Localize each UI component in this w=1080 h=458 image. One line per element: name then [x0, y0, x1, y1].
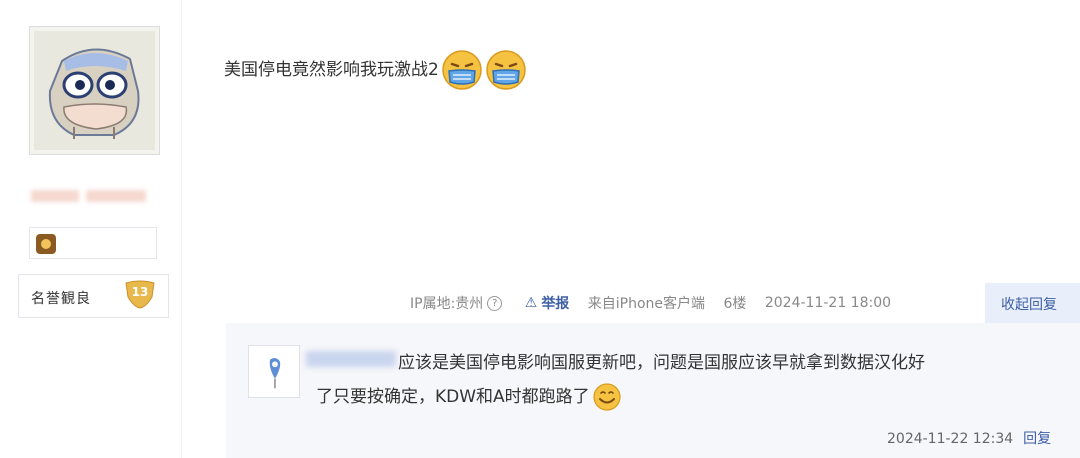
level-badge-icon: 13	[124, 279, 156, 309]
username-redacted	[31, 190, 79, 202]
collapse-replies-label: 收起回复	[1001, 297, 1057, 313]
avatar-image	[34, 31, 155, 150]
client-source: 来自iPhone客户端	[587, 296, 706, 312]
collapse-replies-button[interactable]: 收起回复	[985, 283, 1080, 323]
reply-button[interactable]: 回复	[1023, 431, 1051, 447]
post-meta: IP属地:贵州? ⚠ 举报 来自iPhone客户端 6楼 2024-11-21 1…	[410, 293, 891, 315]
user-rank[interactable]: 名誉観良 13	[18, 274, 169, 318]
help-icon[interactable]: ?	[487, 295, 503, 311]
warning-icon: ⚠	[524, 295, 538, 311]
location-pin-icon	[249, 346, 299, 397]
sick-face-emoji-icon-2	[485, 49, 527, 91]
ip-location: IP属地:贵州	[410, 296, 484, 312]
reply-avatar[interactable]	[248, 345, 300, 398]
level-number: 13	[131, 285, 149, 299]
sick-face-emoji-icon	[441, 49, 483, 91]
reply-meta: 2024-11-22 12:34 回复	[887, 428, 1051, 448]
author-avatar[interactable]	[29, 26, 160, 155]
medal-slot[interactable]	[29, 227, 157, 259]
post-time: 2024-11-21 18:00	[764, 295, 892, 311]
reply-time: 2024-11-22 12:34	[887, 431, 1014, 447]
report-label: 举报	[541, 296, 570, 312]
medal-icon	[36, 234, 56, 254]
reply-text-line2: 了只要按确定，KDW和A时都跑路了	[316, 387, 590, 407]
smile-emoji-icon	[593, 383, 621, 411]
floor-number: 6楼	[723, 296, 747, 312]
rank-label: 名誉観良	[31, 291, 91, 307]
reply-text-line1: 应该是美国停电影响国服更新吧，问题是国服应该早就拿到数据汉化好	[398, 353, 925, 373]
report-button[interactable]: ⚠ 举报	[525, 293, 570, 313]
author-sidebar: 名誉観良 13	[0, 0, 182, 458]
post-text: 美国停电竟然影响我玩激战2	[224, 60, 439, 80]
reply-username-redacted	[306, 351, 396, 367]
reply-text-line2-wrap: 了只要按确定，KDW和A时都跑路了	[316, 380, 622, 414]
username-redacted-2	[86, 190, 146, 202]
post-content: 美国停电竟然影响我玩激战2	[224, 49, 527, 91]
